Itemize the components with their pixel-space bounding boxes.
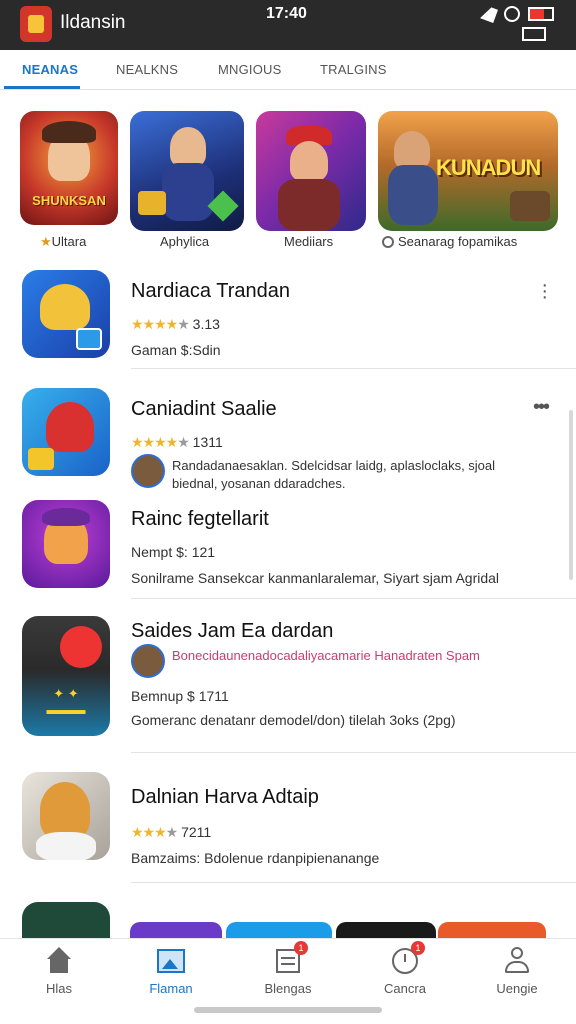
divider xyxy=(131,598,576,599)
rating: ★★★★ 7211 xyxy=(131,824,212,840)
game-thumbnail xyxy=(22,902,110,942)
reviewer-avatar xyxy=(131,454,165,488)
game-thumbnail xyxy=(22,500,110,588)
game-thumbnail: ✦ ✦ ▬▬▬ xyxy=(22,616,110,736)
review-text: Randadanaesaklan. Sdelcidsar laidg, apla… xyxy=(172,458,496,473)
list-item[interactable]: Nardiaca Trandan ★★★★★ 3.13 Gaman $:Sdin… xyxy=(0,270,576,374)
game-meta: Gaman $:Sdin xyxy=(131,342,221,358)
status-bar: Ildansin 17:40 xyxy=(0,0,576,50)
nav-blengas[interactable]: 1 Blengas xyxy=(243,941,333,996)
nav-label: Uengie xyxy=(496,981,538,996)
game-meta: Nempt $: 121 xyxy=(131,544,216,560)
game-title: Dalnian Harva Adtaip xyxy=(131,786,319,808)
featured-card-3[interactable] xyxy=(256,111,366,231)
notification-badge: 1 xyxy=(294,941,308,955)
tab-neanas[interactable]: NEANAS xyxy=(22,62,78,77)
game-title: Nardiaca Trandan xyxy=(131,280,290,302)
clock-icon: 1 xyxy=(391,941,425,975)
divider xyxy=(131,882,576,883)
alarm-icon xyxy=(504,6,520,22)
game-title: Rainc fegtellarit xyxy=(131,508,269,530)
star-rating-icon: ★★★★★ xyxy=(131,434,190,450)
game-thumbnail xyxy=(22,270,110,358)
nav-label: Blengas xyxy=(264,981,312,996)
divider xyxy=(131,752,576,753)
game-art-1: SHUNKSAN xyxy=(20,111,118,225)
game-thumbnail xyxy=(22,388,110,476)
game-title: Caniadint Saalie xyxy=(131,398,277,420)
chat-icon xyxy=(382,236,394,248)
more-options-icon[interactable]: · · · xyxy=(541,275,548,307)
game-art-title: KUNADUN xyxy=(436,155,541,180)
rating: ★★★★★ 1311 xyxy=(131,434,223,450)
featured-card-4[interactable]: KUNADUN xyxy=(378,111,558,231)
featured-label-1: ★Ultara xyxy=(40,234,87,249)
game-thumbnail xyxy=(22,772,110,860)
home-indicator[interactable] xyxy=(194,1007,382,1013)
location-icon xyxy=(480,5,498,23)
tab-mngious[interactable]: MNGIOUS xyxy=(218,62,282,77)
star-icon: ★ xyxy=(40,234,52,249)
top-tabs: NEANAS NEALKNS MNGIOUS TRALGINS xyxy=(0,52,576,90)
divider xyxy=(131,368,576,369)
game-art-3 xyxy=(256,111,366,231)
clock-time: 17:40 xyxy=(266,5,307,22)
tab-indicator xyxy=(4,86,80,89)
featured-label-2: Aphylica xyxy=(160,234,210,249)
app-name: Ildansin xyxy=(60,12,126,33)
game-meta: Bamzaims: Bdolenue rdanpipienanange xyxy=(131,850,380,866)
game-title: Saides Jam Ea dardan xyxy=(131,620,334,642)
rating: ★★★★★ 3.13 xyxy=(131,316,220,332)
nav-hlas[interactable]: Hlas xyxy=(14,947,104,996)
nav-label: Flaman xyxy=(149,981,193,996)
review-text-2: biednal, yosanan ddaradches. xyxy=(172,476,346,491)
notification-badge: 1 xyxy=(411,941,425,955)
star-rating-icon: ★★★★ xyxy=(131,824,178,840)
game-description: Sonilrame Sansekcar kanmanlaralemar, Siy… xyxy=(131,570,500,586)
nav-label: Hlas xyxy=(45,981,72,996)
featured-carousel: SHUNKSAN KUNADUN ★Ultara Aphylica Mediia… xyxy=(0,104,576,264)
app-icon xyxy=(20,6,52,42)
game-meta: Bemnup $ 1711 xyxy=(131,688,229,704)
nav-label: Cancra xyxy=(384,981,426,996)
star-rating-icon: ★★★★★ xyxy=(131,316,190,332)
featured-card-1[interactable]: SHUNKSAN xyxy=(20,111,118,225)
battery-icon xyxy=(522,7,554,41)
list-item[interactable]: Rainc fegtellarit Nempt $: 121 Sonilrame… xyxy=(0,500,576,600)
user-icon xyxy=(503,947,531,975)
system-icons xyxy=(480,5,554,41)
review-text: Bonecidaunenadocadaliyacamarie Hanadrate… xyxy=(172,648,480,663)
game-art-2 xyxy=(130,111,244,231)
reviewer-avatar xyxy=(131,644,165,678)
featured-label-3: Mediiars xyxy=(284,234,334,249)
list-icon: 1 xyxy=(274,941,308,975)
scrollbar[interactable] xyxy=(569,410,573,580)
nav-uengie[interactable]: Uengie xyxy=(472,947,562,996)
list-item-partial[interactable] xyxy=(0,902,576,942)
list-item[interactable]: Dalnian Harva Adtaip ★★★★ 7211 Bamzaims:… xyxy=(0,772,576,872)
nav-flaman[interactable]: Flaman xyxy=(126,947,216,996)
game-art-4: KUNADUN xyxy=(378,111,558,231)
featured-card-2[interactable] xyxy=(130,111,244,231)
tab-tralgins[interactable]: TRALGINS xyxy=(320,62,387,77)
list-item[interactable]: Caniadint Saalie ★★★★★ 1311 Randadanaesa… xyxy=(0,388,576,498)
home-icon xyxy=(45,947,73,975)
list-item[interactable]: ✦ ✦ ▬▬▬ Saides Jam Ea dardan Bonecidaunen… xyxy=(0,616,576,740)
more-options-icon[interactable]: ••• xyxy=(533,397,550,417)
featured-label-4: Seanarag fopamikas xyxy=(382,234,517,249)
nav-cancra[interactable]: 1 Cancra xyxy=(360,941,450,996)
game-description: Gomeranc denatanr demodel/don) tilelah 3… xyxy=(131,712,456,728)
image-icon xyxy=(157,947,185,975)
tab-nealkns[interactable]: NEALKNS xyxy=(116,62,178,77)
game-art-title: SHUNKSAN xyxy=(32,193,106,208)
